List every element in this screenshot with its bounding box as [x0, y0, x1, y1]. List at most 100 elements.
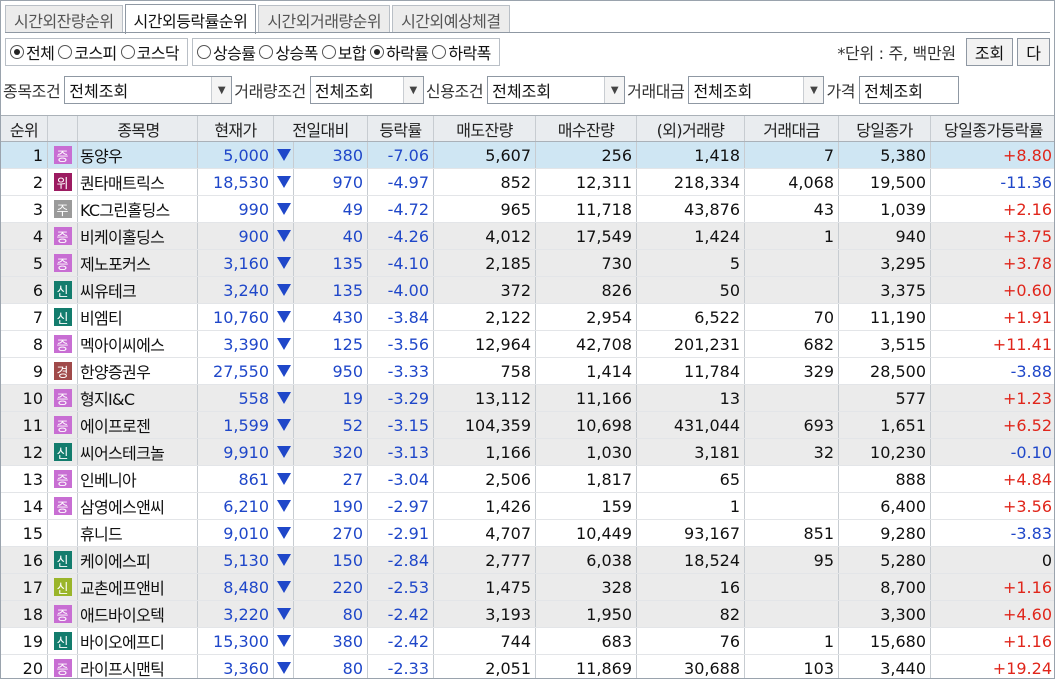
- close-cell: 6,400: [839, 493, 931, 519]
- stock-name-cell[interactable]: 한양증권우: [78, 358, 198, 384]
- stock-name-cell[interactable]: 인베니아: [78, 466, 198, 492]
- credit-condition-select[interactable]: 전체조회 ▼: [487, 76, 626, 104]
- radio-kospi[interactable]: 코스피: [58, 40, 117, 64]
- stock-name-cell[interactable]: 삼영에스앤씨: [78, 493, 198, 519]
- radio-label: 코스피: [74, 44, 117, 63]
- price-cell: 10,760: [198, 304, 274, 330]
- stock-name-cell[interactable]: 애드바이오텍: [78, 601, 198, 627]
- table-row[interactable]: 11 증 에이프로젠 1,599 52 -3.15 104,359 10,698 431,044…: [1, 412, 1054, 439]
- table-row[interactable]: 17 신 교촌에프앤비 8,480 220 -2.53 1,475 328 16 8,700 +1.…: [1, 574, 1054, 601]
- col-price[interactable]: 현재가: [198, 116, 274, 141]
- table-row[interactable]: 1 증 동양우 5,000 380 -7.06 5,607 256 1,418 7 5,380 +8.…: [1, 142, 1054, 169]
- down-arrow-icon: [276, 203, 291, 215]
- stock-name-cell[interactable]: 바이오에프디: [78, 628, 198, 654]
- stock-name-cell[interactable]: 에이프로젠: [78, 412, 198, 438]
- table-row[interactable]: 9 경 한양증권우 27,550 950 -3.33 758 1,414 11,784 329 28…: [1, 358, 1054, 385]
- radio-all[interactable]: 전체: [10, 40, 55, 64]
- dropdown-arrow-icon[interactable]: ▼: [402, 77, 423, 103]
- col-volume[interactable]: (외)거래량: [637, 116, 745, 141]
- close-cell: 3,375: [839, 277, 931, 303]
- price-cell: 27,550: [198, 358, 274, 384]
- close-rate-cell: +8.80: [1002, 145, 1052, 165]
- radio-kosdaq[interactable]: 코스닥: [120, 40, 180, 64]
- table-row[interactable]: 8 증 멕아이씨에스 3,390 125 -3.56 12,964 42,708 201,231…: [1, 331, 1054, 358]
- price-cell: 6,210: [198, 493, 274, 519]
- table-row[interactable]: 7 신 비엠티 10,760 430 -3.84 2,122 2,954 6,522 70 11,1…: [1, 304, 1054, 331]
- stock-name-cell[interactable]: 퀀타매트릭스: [78, 169, 198, 195]
- col-sell-remaining[interactable]: 매도잔량: [434, 116, 536, 141]
- stock-name-cell[interactable]: 씨어스테크놀: [78, 439, 198, 465]
- close-cell: 5,380: [839, 142, 931, 168]
- table-row[interactable]: 15 휴니드 9,010 270 -2.91 4,707 10,449 93,167 851 9,…: [1, 520, 1054, 547]
- table-row[interactable]: 10 증 형지I&C 558 19 -3.29 13,112 11,166 13 577 +1.23: [1, 385, 1054, 412]
- stock-name-cell[interactable]: 형지I&C: [78, 385, 198, 411]
- table-row[interactable]: 18 증 애드바이오텍 3,220 80 -2.42 3,193 1,950 82 3,300 +4…: [1, 601, 1054, 628]
- table-row[interactable]: 5 증 제노포커스 3,160 135 -4.10 2,185 730 5 3,295 +3.78: [1, 250, 1054, 277]
- down-arrow-icon: [276, 257, 291, 269]
- dropdown-arrow-icon[interactable]: ▼: [211, 77, 232, 103]
- market-badge-icon: 증: [53, 497, 72, 516]
- table-row[interactable]: 12 신 씨어스테크놀 9,910 320 -3.13 1,166 1,030 3,181 32 1…: [1, 439, 1054, 466]
- stock-name-cell[interactable]: 휴니드: [78, 520, 198, 546]
- volume-cell: 93,167: [637, 520, 745, 546]
- radio-label: 하락폭: [448, 44, 491, 63]
- tab-overtime-volume[interactable]: 시간외거래량순위: [258, 5, 391, 33]
- rank-cell: 8: [1, 331, 48, 357]
- radio-fall-rate[interactable]: 하락률: [370, 40, 429, 64]
- tab-overtime-expected[interactable]: 시간외예상체결: [392, 5, 510, 33]
- table-row[interactable]: 2 위 퀀타매트릭스 18,530 970 -4.97 852 12,311 218,334 4,…: [1, 169, 1054, 196]
- table-row[interactable]: 4 증 비케이홀딩스 900 40 -4.26 4,012 17,549 1,424 1 940 +3…: [1, 223, 1054, 250]
- table-row[interactable]: 3 주 KC그린홀딩스 990 49 -4.72 965 11,718 43,876 43 1,03…: [1, 196, 1054, 223]
- table-row[interactable]: 20 증 라이프시맨틱 3,360 80 -2.33 2,051 11,869 30,688 10…: [1, 655, 1054, 678]
- col-change[interactable]: 전일대비: [274, 116, 368, 141]
- stock-name-cell[interactable]: 교촌에프앤비: [78, 574, 198, 600]
- next-button[interactable]: 다: [1017, 38, 1050, 66]
- col-buy-remaining[interactable]: 매수잔량: [536, 116, 637, 141]
- amount-condition-select[interactable]: 전체조회 ▼: [688, 76, 825, 104]
- stock-name-cell[interactable]: 라이프시맨틱: [78, 655, 198, 678]
- tab-overtime-change-rate[interactable]: 시간외등락률순위: [124, 4, 257, 34]
- col-name[interactable]: 종목명: [78, 116, 198, 141]
- amount-cell: [745, 493, 839, 519]
- table-row[interactable]: 16 신 케이에스피 5,130 150 -2.84 2,777 6,038 18,524 95 5…: [1, 547, 1054, 574]
- radio-fall-amount[interactable]: 하락폭: [432, 40, 491, 64]
- table-row[interactable]: 6 신 씨유테크 3,240 135 -4.00 372 826 50 3,375 +0.60: [1, 277, 1054, 304]
- stock-name-cell[interactable]: 케이에스피: [78, 547, 198, 573]
- filter-label-price: 가격: [826, 82, 856, 101]
- price-cell: 1,599: [198, 412, 274, 438]
- stock-name-cell[interactable]: KC그린홀딩스: [78, 196, 198, 222]
- radio-rise-amount[interactable]: 상승폭: [259, 40, 318, 64]
- col-amount[interactable]: 거래대금: [745, 116, 839, 141]
- col-rate[interactable]: 등락률: [368, 116, 434, 141]
- price-cell: 9,010: [198, 520, 274, 546]
- radio-rise-rate[interactable]: 상승률: [197, 40, 256, 64]
- badge-cell: 신: [48, 304, 78, 330]
- tab-overtime-remaining[interactable]: 시간외잔량순위: [5, 5, 123, 33]
- down-arrow-icon: [276, 527, 291, 539]
- table-row[interactable]: 19 신 바이오에프디 15,300 380 -2.42 744 683 76 1 15,680 +1…: [1, 628, 1054, 655]
- radio-flat[interactable]: 보합: [321, 40, 367, 64]
- query-button[interactable]: 조회: [965, 38, 1014, 66]
- rank-cell: 19: [1, 628, 48, 654]
- dropdown-arrow-icon[interactable]: ▼: [604, 77, 625, 103]
- table-row[interactable]: 13 증 인베니아 861 27 -3.04 2,506 1,817 65 888 +4.84: [1, 466, 1054, 493]
- down-arrow-icon: [276, 473, 291, 485]
- volume-condition-select[interactable]: 전체조회 ▼: [309, 76, 424, 104]
- stock-condition-select[interactable]: 전체조회 ▼: [64, 76, 233, 104]
- overtime-ranking-window: 시간외잔량순위 시간외등락률순위 시간외거래량순위 시간외예상체결 전체 코스피…: [0, 0, 1055, 679]
- dropdown-arrow-icon[interactable]: ▼: [803, 77, 824, 103]
- table-row[interactable]: 14 증 삼영에스앤씨 6,210 190 -2.97 1,426 159 1 6,400 +3.5…: [1, 493, 1054, 520]
- close-rate-cell: +4.60: [1002, 604, 1052, 624]
- stock-name-cell[interactable]: 제노포커스: [78, 250, 198, 276]
- close-rate-cell: +11.41: [992, 334, 1052, 354]
- stock-name-cell[interactable]: 비케이홀딩스: [78, 223, 198, 249]
- col-close-rate[interactable]: 당일종가등락률: [931, 116, 1054, 141]
- price-cell: 3,360: [198, 655, 274, 678]
- stock-name-cell[interactable]: 비엠티: [78, 304, 198, 330]
- price-condition-select[interactable]: 전체조회: [859, 76, 960, 104]
- stock-name-cell[interactable]: 동양우: [78, 142, 198, 168]
- stock-name-cell[interactable]: 씨유테크: [78, 277, 198, 303]
- col-close[interactable]: 당일종가: [839, 116, 931, 141]
- col-rank[interactable]: 순위: [1, 116, 48, 141]
- stock-name-cell[interactable]: 멕아이씨에스: [78, 331, 198, 357]
